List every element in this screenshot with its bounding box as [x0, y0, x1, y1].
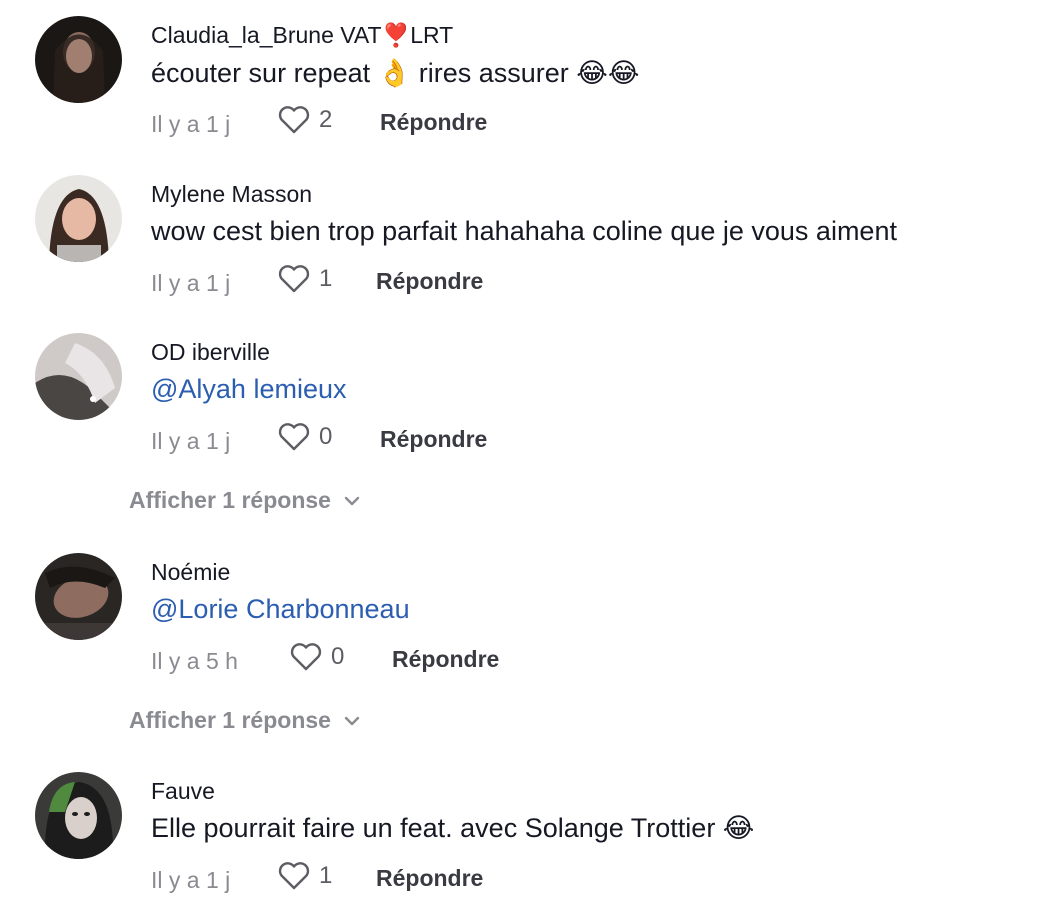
- comment-username[interactable]: Fauve: [151, 778, 215, 805]
- like-button[interactable]: 1: [277, 861, 332, 891]
- heart-icon: [290, 643, 322, 671]
- comment-time: Il y a 5 h: [151, 648, 238, 674]
- comment-text: écouter sur repeat 👌 rires assurer 😂😂: [151, 58, 640, 88]
- comment-username[interactable]: Noémie: [151, 559, 230, 586]
- like-count: 0: [319, 423, 333, 450]
- like-count: 0: [331, 643, 345, 670]
- like-count: 1: [319, 862, 333, 889]
- show-replies-button[interactable]: Afficher 1 réponse: [129, 707, 361, 734]
- chevron-down-icon: [344, 496, 360, 505]
- avatar[interactable]: [35, 16, 122, 103]
- like-button[interactable]: 2: [277, 105, 332, 135]
- like-button[interactable]: 1: [277, 264, 332, 294]
- reply-button[interactable]: Répondre: [376, 268, 483, 295]
- comment-mention[interactable]: @Alyah lemieux: [151, 374, 347, 405]
- like-button[interactable]: 0: [289, 642, 344, 672]
- reply-button[interactable]: Répondre: [392, 646, 499, 673]
- comment-username[interactable]: Claudia_la_Brune VAT❣️LRT: [151, 22, 453, 49]
- comment-time: Il y a 1 j: [151, 111, 231, 137]
- comment-text: wow cest bien trop parfait hahahaha coli…: [151, 216, 897, 246]
- heart-icon: [278, 106, 310, 134]
- comment-time: Il y a 1 j: [151, 867, 231, 893]
- comment-text: Elle pourrait faire un feat. avec Solang…: [151, 813, 755, 843]
- heart-icon: [278, 265, 310, 293]
- heart-icon: [278, 423, 310, 451]
- comment-username[interactable]: OD iberville: [151, 339, 270, 366]
- show-replies-button[interactable]: Afficher 1 réponse: [129, 487, 361, 514]
- reply-button[interactable]: Répondre: [380, 426, 487, 453]
- comment-mention[interactable]: @Lorie Charbonneau: [151, 594, 410, 625]
- reply-button[interactable]: Répondre: [380, 109, 487, 136]
- comment-time: Il y a 1 j: [151, 428, 231, 454]
- show-replies-label: Afficher 1 réponse: [129, 707, 331, 733]
- like-count: 2: [319, 106, 333, 133]
- like-count: 1: [319, 265, 333, 292]
- like-button[interactable]: 0: [277, 422, 332, 452]
- show-replies-label: Afficher 1 réponse: [129, 487, 331, 513]
- heart-icon: [278, 862, 310, 890]
- avatar[interactable]: [35, 333, 122, 420]
- avatar[interactable]: [35, 553, 122, 640]
- reply-button[interactable]: Répondre: [376, 865, 483, 892]
- avatar[interactable]: [35, 772, 122, 859]
- comment-username[interactable]: Mylene Masson: [151, 181, 312, 208]
- comment-time: Il y a 1 j: [151, 270, 231, 296]
- chevron-down-icon: [344, 716, 360, 725]
- avatar[interactable]: [35, 175, 122, 262]
